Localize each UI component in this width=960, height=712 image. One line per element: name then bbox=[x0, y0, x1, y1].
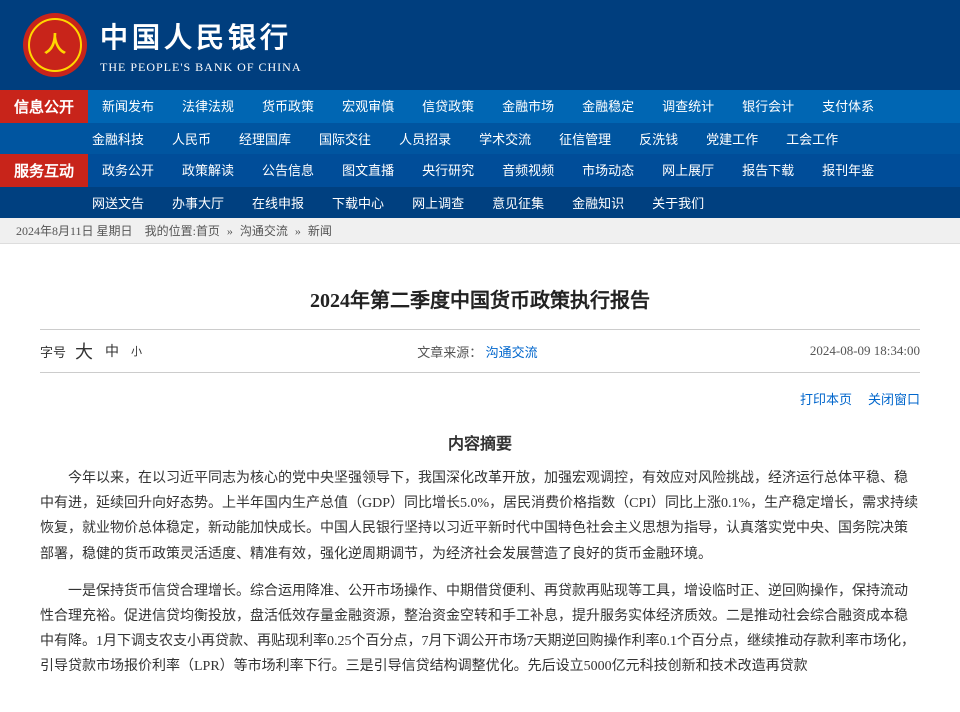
nav-academic[interactable]: 学术交流 bbox=[465, 123, 545, 154]
article-body: 今年以来，在以习近平同志为核心的党中央坚强领导下，我国深化改革开放，加强宏观调控… bbox=[40, 466, 920, 680]
nav-label-service[interactable]: 服务互动 bbox=[0, 154, 88, 187]
nav-law[interactable]: 法律法规 bbox=[168, 90, 248, 123]
nav-payment[interactable]: 支付体系 bbox=[808, 90, 888, 123]
nav-news[interactable]: 新闻发布 bbox=[88, 90, 168, 123]
nav-periodical[interactable]: 报刊年鉴 bbox=[808, 154, 888, 187]
nav-intl[interactable]: 国际交往 bbox=[305, 123, 385, 154]
meta-source: 文章来源： 沟通交流 bbox=[417, 342, 537, 361]
nav-fin-knowledge[interactable]: 金融知识 bbox=[558, 187, 638, 218]
article-para-2: 一是保持货币信贷合理增长。综合运用降准、公开市场操作、中期借贷便利、再贷款再贴现… bbox=[40, 579, 920, 680]
source-label: 文章来源： bbox=[417, 345, 482, 360]
pboc-logo-icon: 人 bbox=[20, 10, 90, 80]
nav-market-dyn[interactable]: 市场动态 bbox=[568, 154, 648, 187]
breadcrumb-bar: 2024年8月11日 星期日 我的位置:首页 » 沟通交流 » 新闻 bbox=[0, 218, 960, 244]
nav-party[interactable]: 党建工作 bbox=[692, 123, 772, 154]
nav-row-1-items: 新闻发布 法律法规 货币政策 宏观审慎 信贷政策 金融市场 金融稳定 调查统计 … bbox=[88, 90, 960, 123]
logo-area: 人 中国人民银行 THE PEOPLE'S BANK OF CHINA bbox=[20, 10, 302, 80]
nav-treasury[interactable]: 经理国库 bbox=[225, 123, 305, 154]
nav-monetary[interactable]: 货币政策 bbox=[248, 90, 328, 123]
nav-row-4: 网送文告 办事大厅 在线申报 下载中心 网上调查 意见征集 金融知识 关于我们 bbox=[0, 187, 960, 218]
nav-survey[interactable]: 调查统计 bbox=[648, 90, 728, 123]
nav-accounting[interactable]: 银行会计 bbox=[728, 90, 808, 123]
nav-antimoney[interactable]: 反洗钱 bbox=[625, 123, 692, 154]
font-small-btn[interactable]: 小 bbox=[128, 343, 145, 359]
nav-online-survey[interactable]: 网上调查 bbox=[398, 187, 478, 218]
nav-send-doc[interactable]: 网送文告 bbox=[78, 187, 158, 218]
logo-text: 中国人民银行 THE PEOPLE'S BANK OF CHINA bbox=[100, 16, 302, 75]
nav-research[interactable]: 央行研究 bbox=[408, 154, 488, 187]
breadcrumb-comm[interactable]: 沟通交流 bbox=[240, 224, 288, 238]
meta-date: 2024-08-09 18:34:00 bbox=[810, 343, 920, 359]
nav-label-empty-2 bbox=[0, 187, 78, 218]
nav-gov-open[interactable]: 政务公开 bbox=[88, 154, 168, 187]
nav-macro[interactable]: 宏观审慎 bbox=[328, 90, 408, 123]
nav-market[interactable]: 金融市场 bbox=[488, 90, 568, 123]
font-large-btn[interactable]: 大 bbox=[72, 338, 96, 364]
nav-online-apply[interactable]: 在线申报 bbox=[238, 187, 318, 218]
nav-credit[interactable]: 信贷政策 bbox=[408, 90, 488, 123]
nav-download[interactable]: 下载中心 bbox=[318, 187, 398, 218]
nav-fintech[interactable]: 金融科技 bbox=[78, 123, 158, 154]
nav-feedback[interactable]: 意见征集 bbox=[478, 187, 558, 218]
print-btn[interactable]: 打印本页 bbox=[800, 389, 852, 408]
nav-policy-interp[interactable]: 政策解读 bbox=[168, 154, 248, 187]
nav-stability[interactable]: 金融稳定 bbox=[568, 90, 648, 123]
nav-service-hall[interactable]: 办事大厅 bbox=[158, 187, 238, 218]
article-actions: 打印本页 关闭窗口 bbox=[40, 383, 920, 414]
nav-online-hall[interactable]: 网上展厅 bbox=[648, 154, 728, 187]
logo-cn: 中国人民银行 bbox=[100, 16, 302, 56]
nav-label-info[interactable]: 信息公开 bbox=[0, 90, 88, 123]
source-link[interactable]: 沟通交流 bbox=[486, 345, 538, 360]
section-title: 内容摘要 bbox=[40, 430, 920, 454]
nav-rmb[interactable]: 人民币 bbox=[158, 123, 225, 154]
nav-row-2: 金融科技 人民币 经理国库 国际交往 人员招录 学术交流 征信管理 反洗钱 党建… bbox=[0, 123, 960, 154]
svg-text:人: 人 bbox=[44, 32, 66, 57]
breadcrumb-sep-1: » bbox=[227, 224, 233, 238]
nav-row-1: 信息公开 新闻发布 法律法规 货币政策 宏观审慎 信贷政策 金融市场 金融稳定 … bbox=[0, 90, 960, 123]
font-medium-btn[interactable]: 中 bbox=[102, 341, 122, 361]
nav-notice[interactable]: 公告信息 bbox=[248, 154, 328, 187]
nav-label-empty-1 bbox=[0, 123, 78, 154]
logo-en: THE PEOPLE'S BANK OF CHINA bbox=[100, 60, 302, 75]
article-meta: 字号 大 中 小 文章来源： 沟通交流 2024-08-09 18:34:00 bbox=[40, 329, 920, 373]
article-title: 2024年第二季度中国货币政策执行报告 bbox=[40, 284, 920, 313]
nav-union[interactable]: 工会工作 bbox=[772, 123, 852, 154]
nav-row-3: 服务互动 政务公开 政策解读 公告信息 图文直播 央行研究 音频视频 市场动态 … bbox=[0, 154, 960, 187]
meta-font-controls: 字号 大 中 小 bbox=[40, 338, 145, 364]
nav-row-3-items: 政务公开 政策解读 公告信息 图文直播 央行研究 音频视频 市场动态 网上展厅 … bbox=[88, 154, 960, 187]
font-label: 字号 bbox=[40, 342, 66, 361]
nav-about[interactable]: 关于我们 bbox=[638, 187, 718, 218]
breadcrumb-date: 2024年8月11日 星期日 bbox=[16, 224, 133, 238]
nav-audio[interactable]: 音频视频 bbox=[488, 154, 568, 187]
nav-credit-mgmt[interactable]: 征信管理 bbox=[545, 123, 625, 154]
main-content: 2024年第二季度中国货币政策执行报告 字号 大 中 小 文章来源： 沟通交流 … bbox=[0, 244, 960, 712]
nav-row-4-items: 网送文告 办事大厅 在线申报 下载中心 网上调查 意见征集 金融知识 关于我们 bbox=[78, 187, 960, 218]
breadcrumb-news[interactable]: 新闻 bbox=[308, 224, 332, 238]
nav-recruit[interactable]: 人员招录 bbox=[385, 123, 465, 154]
nav-report-dl[interactable]: 报告下载 bbox=[728, 154, 808, 187]
breadcrumb-location: 我的位置:首页 bbox=[145, 224, 220, 238]
breadcrumb-sep-2: » bbox=[295, 224, 301, 238]
article-para-1: 今年以来，在以习近平同志为核心的党中央坚强领导下，我国深化改革开放，加强宏观调控… bbox=[40, 466, 920, 567]
nav-graphic[interactable]: 图文直播 bbox=[328, 154, 408, 187]
close-btn[interactable]: 关闭窗口 bbox=[868, 389, 920, 408]
nav-row-2-items: 金融科技 人民币 经理国库 国际交往 人员招录 学术交流 征信管理 反洗钱 党建… bbox=[78, 123, 960, 154]
site-header: 人 中国人民银行 THE PEOPLE'S BANK OF CHINA bbox=[0, 0, 960, 90]
